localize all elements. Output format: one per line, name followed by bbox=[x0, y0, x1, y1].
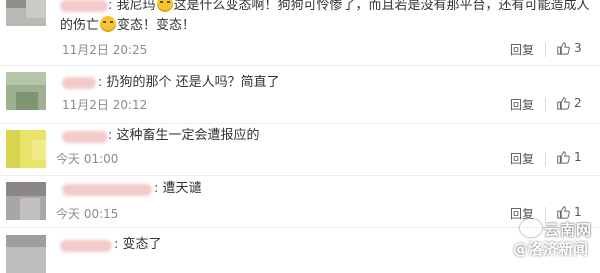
like-button[interactable]: 1 bbox=[556, 205, 582, 219]
avatar[interactable] bbox=[6, 130, 46, 168]
avatar[interactable] bbox=[6, 182, 46, 220]
grimace-emoji-icon bbox=[100, 16, 117, 32]
comment-text: : 这种畜生一定会遭报应的 bbox=[108, 128, 260, 143]
thumbs-up-icon bbox=[557, 206, 570, 219]
comment-text-line2: 的伤亡 变态！变态！ bbox=[60, 16, 196, 33]
username[interactable] bbox=[62, 184, 152, 196]
comment-text: : 我尼玛 这是什么变态啊！狗狗可怜惨了，而且若是没有那平台，还有可能造成人 bbox=[108, 0, 590, 16]
divider bbox=[545, 43, 546, 57]
divider bbox=[545, 98, 546, 112]
grimace-emoji-icon bbox=[156, 0, 173, 12]
comment-time: 11月2日 20:25 bbox=[62, 43, 148, 57]
comment-item: : 扔狗的那个 还是人吗？简直了 11月2日 20:12 回复 2 bbox=[0, 65, 600, 124]
weibo-logo-icon bbox=[519, 219, 542, 237]
like-button[interactable]: 1 bbox=[556, 150, 582, 164]
reply-button[interactable]: 回复 bbox=[510, 150, 534, 167]
comment-time: 今天 01:00 bbox=[56, 152, 119, 166]
like-count: 1 bbox=[574, 150, 582, 164]
watermark: 云南网 bbox=[519, 219, 592, 240]
like-count: 2 bbox=[574, 96, 582, 110]
like-button[interactable]: 3 bbox=[556, 41, 582, 55]
comment-text: : 扔狗的那个 还是人吗？简直了 bbox=[98, 75, 280, 90]
avatar[interactable] bbox=[6, 72, 46, 110]
like-button[interactable]: 2 bbox=[556, 96, 582, 110]
comment-item: : 遭天谴 今天 00:15 回复 1 bbox=[0, 175, 600, 228]
avatar[interactable] bbox=[6, 235, 46, 273]
comment-item: : 我尼玛 这是什么变态啊！狗狗可怜惨了，而且若是没有那平台，还有可能造成人 的伤… bbox=[0, 0, 600, 66]
reply-button[interactable]: 回复 bbox=[510, 96, 534, 113]
thumbs-up-icon bbox=[557, 42, 570, 55]
comment-text: : 变态了 bbox=[114, 237, 162, 252]
username[interactable] bbox=[62, 131, 108, 143]
avatar[interactable] bbox=[6, 0, 46, 26]
comment-item: : 变态了 bbox=[0, 227, 600, 273]
comment-time: 今天 00:15 bbox=[56, 207, 119, 221]
username[interactable] bbox=[60, 0, 108, 12]
like-count: 3 bbox=[574, 41, 582, 55]
like-count: 1 bbox=[574, 205, 582, 219]
thumbs-up-icon bbox=[557, 97, 570, 110]
username[interactable] bbox=[62, 77, 96, 89]
username[interactable] bbox=[60, 240, 112, 252]
thumbs-up-icon bbox=[557, 151, 570, 164]
comment-time: 11月2日 20:12 bbox=[62, 98, 148, 112]
comment-text: : 遭天谴 bbox=[154, 181, 202, 196]
reply-button[interactable]: 回复 bbox=[510, 41, 534, 58]
watermark-handle: @洛济新闻 bbox=[512, 240, 588, 258]
comment-item: : 这种畜生一定会遭报应的 今天 01:00 回复 1 bbox=[0, 123, 600, 176]
divider bbox=[545, 152, 546, 166]
